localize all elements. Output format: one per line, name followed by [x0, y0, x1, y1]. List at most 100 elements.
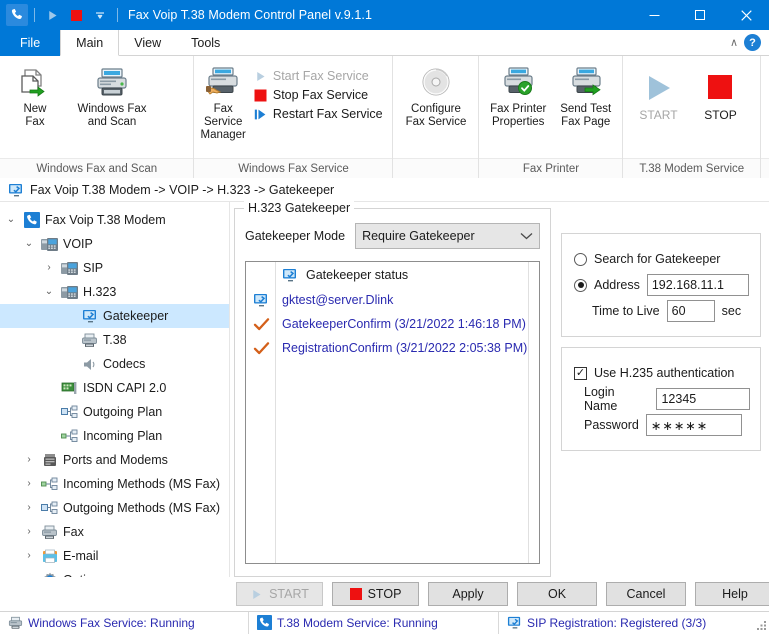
tab-view[interactable]: View — [119, 30, 176, 56]
expander-icon[interactable]: › — [22, 472, 36, 496]
expander-icon[interactable]: ⌄ — [42, 280, 56, 304]
gatekeeper-mode-select[interactable]: Require Gatekeeper — [355, 223, 540, 249]
voip-device-icon — [61, 285, 78, 300]
tree-item-label: Outgoing Methods (MS Fax) — [63, 501, 221, 515]
tree-item-label: T.38 — [103, 333, 127, 347]
tab-tools[interactable]: Tools — [176, 30, 235, 56]
ok-button[interactable]: OK — [517, 582, 597, 606]
status-row[interactable]: RegistrationConfirm (3/21/2022 2:05:38 P… — [246, 336, 539, 360]
password-input[interactable]: ∗∗∗∗∗ — [645, 414, 742, 436]
expander-icon[interactable]: › — [22, 568, 36, 577]
status-row[interactable]: GatekeeperConfirm (3/21/2022 1:46:18 PM) — [246, 312, 539, 336]
tree-item-t38[interactable]: T.38 — [0, 328, 229, 352]
stop-fax-service-button[interactable]: Stop Fax Service — [250, 87, 387, 103]
chevron-down-icon — [520, 232, 533, 240]
time-to-live-input[interactable]: 60 — [666, 300, 715, 322]
navigation-tree[interactable]: ⌄ Fax Voip T.38 Modem ⌄ VOIP › SIP ⌄ H.3… — [0, 202, 230, 577]
close-button[interactable] — [723, 0, 769, 30]
tree-item-voip[interactable]: ⌄ VOIP — [0, 232, 229, 256]
search-for-gatekeeper-radio[interactable] — [574, 252, 587, 266]
configure-fax-service-button[interactable]: Configure Fax Service — [397, 62, 474, 133]
ribbon-tabstrip: File Main View Tools ∧ ? — [0, 30, 769, 56]
tree-item-fax[interactable]: › Fax — [0, 520, 229, 544]
send-test-fax-page-label-line2: Fax Page — [561, 116, 611, 128]
resize-grip[interactable] — [755, 619, 767, 631]
tree-item-ports-and-modems[interactable]: › Ports and Modems — [0, 448, 229, 472]
login-name-input[interactable]: 12345 — [656, 388, 750, 410]
tree-item-outgoing-methods-ms-fax[interactable]: › Outgoing Methods (MS Fax) — [0, 496, 229, 520]
expander-icon[interactable]: › — [22, 520, 36, 544]
send-test-fax-page-button[interactable]: Send Test Fax Page — [553, 62, 619, 133]
status-windows-fax-service-text: Windows Fax Service: Running — [28, 615, 195, 630]
restart-fax-service-button[interactable]: Restart Fax Service — [250, 106, 387, 122]
tab-main[interactable]: Main — [60, 30, 120, 56]
main-body: ⌄ Fax Voip T.38 Modem ⌄ VOIP › SIP ⌄ H.3… — [0, 201, 769, 577]
tree-item-outgoing-plan[interactable]: Outgoing Plan — [0, 400, 229, 424]
listbox-rows: Gatekeeper status gktest@server.Dlink Ga… — [246, 262, 539, 563]
status-row-text: RegistrationConfirm (3/21/2022 2:05:38 P… — [282, 341, 528, 355]
ribbon-group-label-windows-fax-service: Windows Fax Service — [194, 158, 393, 178]
isdn-card-icon — [61, 381, 78, 395]
tree-item-codecs[interactable]: Codecs — [0, 352, 229, 376]
password-label: Password — [584, 418, 639, 432]
cancel-button[interactable]: Cancel — [606, 582, 686, 606]
h323-gatekeeper-title: H.323 Gatekeeper — [244, 201, 355, 215]
windows-fax-and-scan-label-line1: Windows Fax — [77, 103, 147, 115]
start-button[interactable]: START — [236, 582, 323, 606]
tree-item-sip[interactable]: › SIP — [0, 256, 229, 280]
fax-printer-properties-button[interactable]: Fax Printer Properties — [483, 62, 552, 133]
expander-icon[interactable]: ⌄ — [4, 208, 18, 232]
gatekeeper-status-listbox[interactable]: Gatekeeper status gktest@server.Dlink Ga… — [245, 261, 540, 564]
h323-gatekeeper-groupbox: H.323 Gatekeeper Gatekeeper Mode Require… — [234, 201, 551, 577]
fax-service-manager-label-line2: Manager — [200, 129, 246, 141]
play-icon[interactable] — [41, 4, 63, 26]
apply-button[interactable]: Apply — [428, 582, 508, 606]
voip-device-icon — [41, 237, 58, 252]
maximize-button[interactable] — [677, 0, 723, 30]
tree-item-options[interactable]: › Options — [0, 568, 229, 577]
start-fax-service-button[interactable]: Start Fax Service — [250, 68, 387, 84]
use-h235-authentication-row[interactable]: ✓ Use H.235 authentication — [574, 360, 750, 386]
windows-fax-and-scan-button[interactable]: Windows Fax and Scan — [66, 62, 158, 133]
address-input[interactable]: 192.168.11.1 — [646, 274, 749, 296]
stop-icon[interactable] — [65, 4, 87, 26]
expander-icon[interactable]: › — [22, 496, 36, 520]
tree-item-h323[interactable]: ⌄ H.323 — [0, 280, 229, 304]
address-radio[interactable] — [574, 278, 587, 292]
fax-service-manager-label-line1: Fax Service — [204, 103, 243, 128]
search-for-gatekeeper-row[interactable]: Search for Gatekeeper — [574, 246, 750, 272]
tree-item-isdn-capi-20[interactable]: ISDN CAPI 2.0 — [0, 376, 229, 400]
use-h235-authentication-checkbox[interactable]: ✓ — [574, 366, 587, 380]
minimize-button[interactable] — [631, 0, 677, 30]
new-fax-button[interactable]: New Fax — [4, 62, 66, 133]
help-button[interactable]: Help — [695, 582, 769, 606]
voip-device-icon — [61, 261, 78, 276]
fax-service-manager-button[interactable]: Fax Service Manager — [198, 62, 247, 146]
expander-icon[interactable]: › — [22, 448, 36, 472]
tree-item-gatekeeper[interactable]: Gatekeeper — [0, 304, 229, 328]
chevron-down-icon[interactable] — [89, 4, 111, 26]
status-row[interactable]: gktest@server.Dlink — [246, 288, 539, 312]
tree-item-incoming-methods-ms-fax[interactable]: › Incoming Methods (MS Fax) — [0, 472, 229, 496]
ribbon-start-button[interactable]: START — [627, 68, 689, 122]
help-icon[interactable]: ? — [744, 34, 761, 51]
search-for-gatekeeper-label: Search for Gatekeeper — [594, 252, 721, 266]
phone-icon[interactable] — [6, 4, 28, 26]
tree-item-fax-voip-t38-modem[interactable]: ⌄ Fax Voip T.38 Modem — [0, 208, 229, 232]
check-icon — [246, 317, 276, 332]
monitor-check-icon — [282, 267, 298, 283]
tab-file[interactable]: File — [0, 30, 61, 56]
tree-item-incoming-plan[interactable]: Incoming Plan — [0, 424, 229, 448]
status-sip-registration: SIP Registration: Registered (3/3) — [498, 611, 769, 634]
expander-icon[interactable]: ⌄ — [22, 232, 36, 256]
monitor-check-icon — [507, 615, 522, 630]
collapse-ribbon-button[interactable]: ∧ — [730, 36, 738, 49]
expander-icon[interactable]: › — [22, 544, 36, 568]
expander-icon[interactable]: › — [42, 256, 56, 280]
tree-item-email[interactable]: › E-mail — [0, 544, 229, 568]
email-icon — [41, 549, 58, 564]
tree-item-label: VOIP — [63, 237, 93, 251]
stop-button[interactable]: STOP — [332, 582, 419, 606]
ribbon-stop-button[interactable]: STOP — [689, 68, 751, 122]
login-name-row: Login Name 12345 — [574, 385, 750, 413]
